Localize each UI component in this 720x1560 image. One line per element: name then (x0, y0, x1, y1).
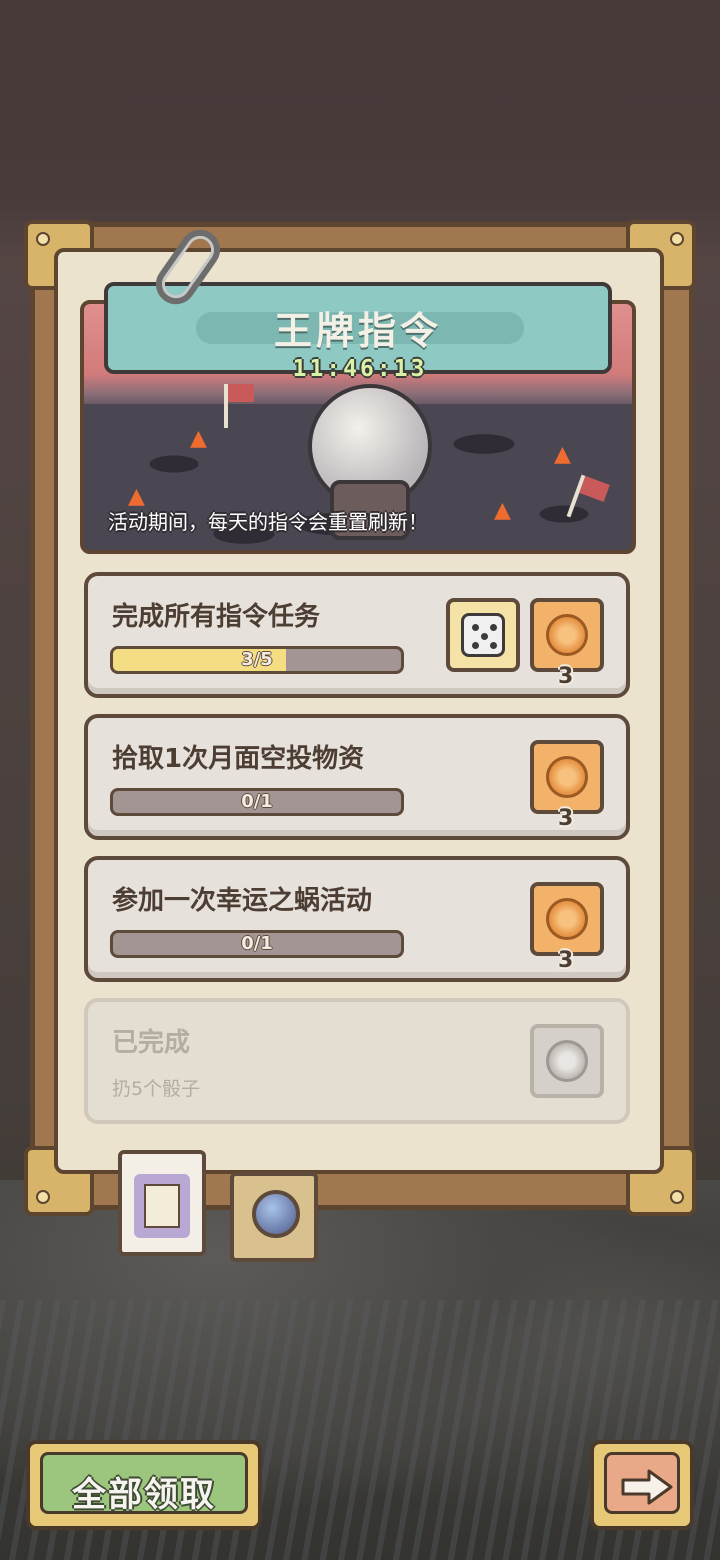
mooncake-icon (546, 898, 588, 940)
scroll-icon (134, 1174, 190, 1238)
task-progress-text: 0/1 (241, 933, 273, 954)
fire-icon: ▲ (128, 484, 145, 509)
claim-all-button[interactable]: 全部领取 (26, 1440, 262, 1530)
task-title: 参加一次幸运之蜗活动 (112, 886, 373, 916)
task-card: 完成所有指令任务 3/5 3 (84, 572, 630, 698)
task-card-completed: 已完成 扔5个骰子 (84, 998, 630, 1124)
task-progress-text: 3/5 (241, 649, 273, 670)
fire-icon: ▲ (494, 498, 511, 523)
page-title: 王牌指令 (273, 309, 442, 353)
task-title: 扔5个骰子 (112, 1078, 201, 1100)
tab-globe[interactable] (230, 1172, 318, 1262)
fire-icon: ▲ (190, 426, 207, 451)
task-progress-bar: 0/1 (110, 788, 404, 816)
reward-count: 3 (558, 806, 574, 831)
reward-mooncake-claimed (530, 1024, 604, 1098)
task-title: 拾取1次月面空投物资 (112, 744, 365, 774)
reward-mooncake[interactable] (530, 882, 604, 956)
mooncake-icon (546, 614, 588, 656)
task-progress-bar: 3/5 (110, 646, 404, 674)
task-title: 完成所有指令任务 (112, 602, 321, 632)
flag-icon (224, 384, 254, 428)
tab-directives[interactable] (118, 1150, 206, 1256)
task-progress-text: 0/1 (241, 791, 273, 812)
reward-count: 3 (558, 948, 574, 973)
reward-count: 3 (558, 664, 574, 689)
task-progress-bar: 0/1 (110, 930, 404, 958)
reward-mooncake[interactable] (530, 740, 604, 814)
claim-all-label: 全部领取 (72, 1475, 216, 1515)
next-button[interactable] (590, 1440, 694, 1530)
mooncake-icon (546, 756, 588, 798)
task-status: 已完成 (112, 1028, 191, 1058)
reward-mooncake[interactable] (530, 598, 604, 672)
dice-icon (461, 613, 505, 657)
task-card: 参加一次幸运之蜗活动 0/1 3 (84, 856, 630, 982)
fire-icon: ▲ (554, 442, 571, 467)
countdown-timer: 11:46:13 (292, 356, 428, 382)
task-card: 拾取1次月面空投物资 0/1 3 (84, 714, 630, 840)
event-notice: 活动期间，每天的指令会重置刷新！ (108, 510, 428, 534)
globe-icon (252, 1190, 300, 1238)
reward-dice[interactable] (446, 598, 520, 672)
mooncake-icon (546, 1040, 588, 1082)
arrow-right-icon (621, 1469, 673, 1505)
